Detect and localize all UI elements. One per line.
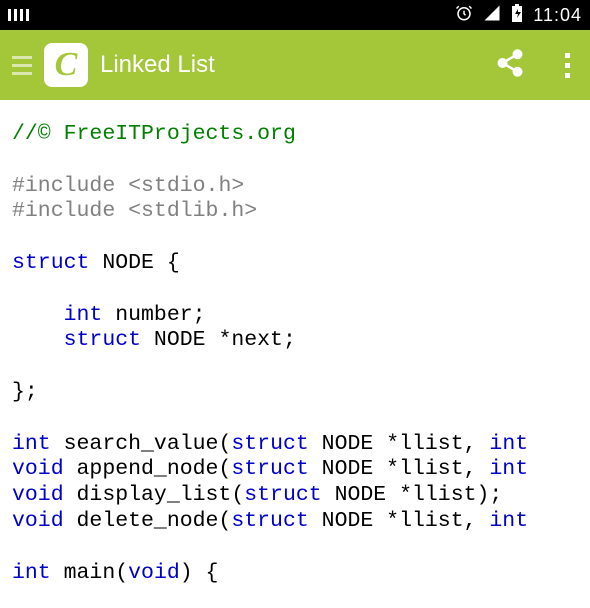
overflow-menu-icon[interactable] <box>565 53 578 78</box>
menu-icon[interactable] <box>12 56 32 75</box>
battery-charging-icon <box>511 4 523 27</box>
code-line: int main(void) { <box>12 561 218 585</box>
code-line: int search_value(struct NODE *llist, int <box>12 432 528 456</box>
code-comment: //© FreeITProjects.org <box>12 122 296 146</box>
code-preproc: #include <stdio.h> <box>12 174 244 198</box>
status-time: 11:04 <box>533 5 582 26</box>
code-viewer[interactable]: //© FreeITProjects.org #include <stdio.h… <box>0 100 590 608</box>
code-line: struct NODE *next; <box>12 328 296 352</box>
code-line: void append_node(struct NODE *llist, int <box>12 457 528 481</box>
app-icon[interactable]: C <box>44 43 88 87</box>
code-preproc: #include <stdlib.h> <box>12 199 257 223</box>
code-line: struct NODE { <box>12 251 180 275</box>
code-line: void display_list(struct NODE *llist); <box>12 483 502 507</box>
status-bar: 11:04 <box>0 0 590 30</box>
alarm-icon <box>455 4 473 27</box>
page-title: Linked List <box>100 51 215 79</box>
code-line: }; <box>12 380 38 404</box>
code-line: void delete_node(struct NODE *llist, int <box>12 509 528 533</box>
signal-icon <box>483 4 501 27</box>
code-line: int number; <box>12 303 206 327</box>
share-icon[interactable] <box>495 48 525 83</box>
app-bar: C Linked List <box>0 30 590 100</box>
notification-icon <box>8 9 30 21</box>
